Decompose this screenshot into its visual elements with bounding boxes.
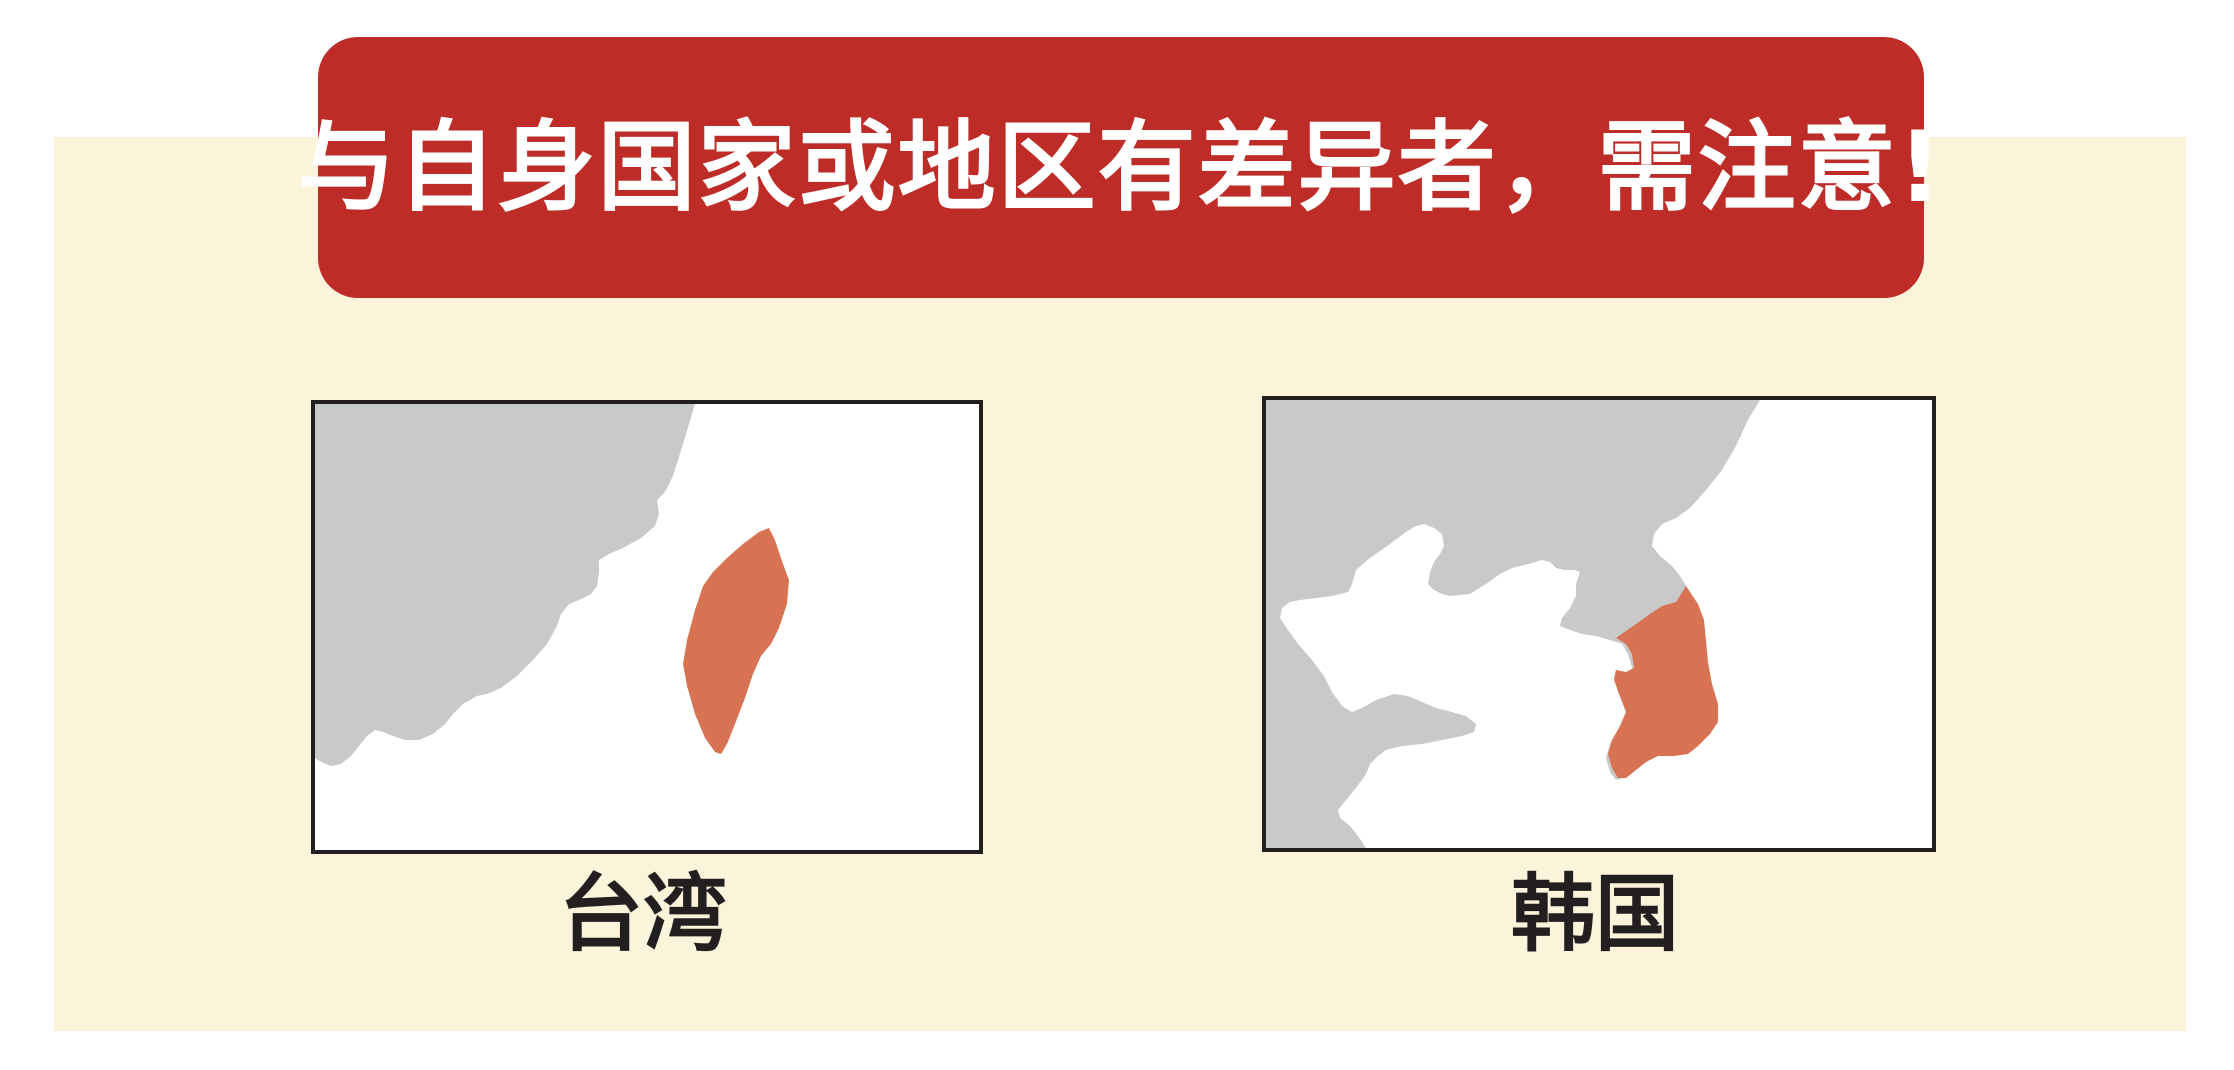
warning-banner-text: 与自身国家或地区有差异者，需注意! — [297, 110, 1945, 225]
mainland-china-landmass — [315, 404, 695, 766]
caption-korea: 韩国 — [1510, 865, 1679, 963]
caption-taiwan: 台湾 — [558, 865, 727, 963]
warning-banner: 与自身国家或地区有差异者，需注意! — [298, 37, 1942, 298]
taiwan-highlight — [683, 528, 789, 754]
map-taiwan-svg — [315, 404, 789, 766]
map-korea-svg — [1266, 400, 1760, 848]
map-korea — [1262, 396, 1936, 852]
map-taiwan — [311, 400, 983, 854]
